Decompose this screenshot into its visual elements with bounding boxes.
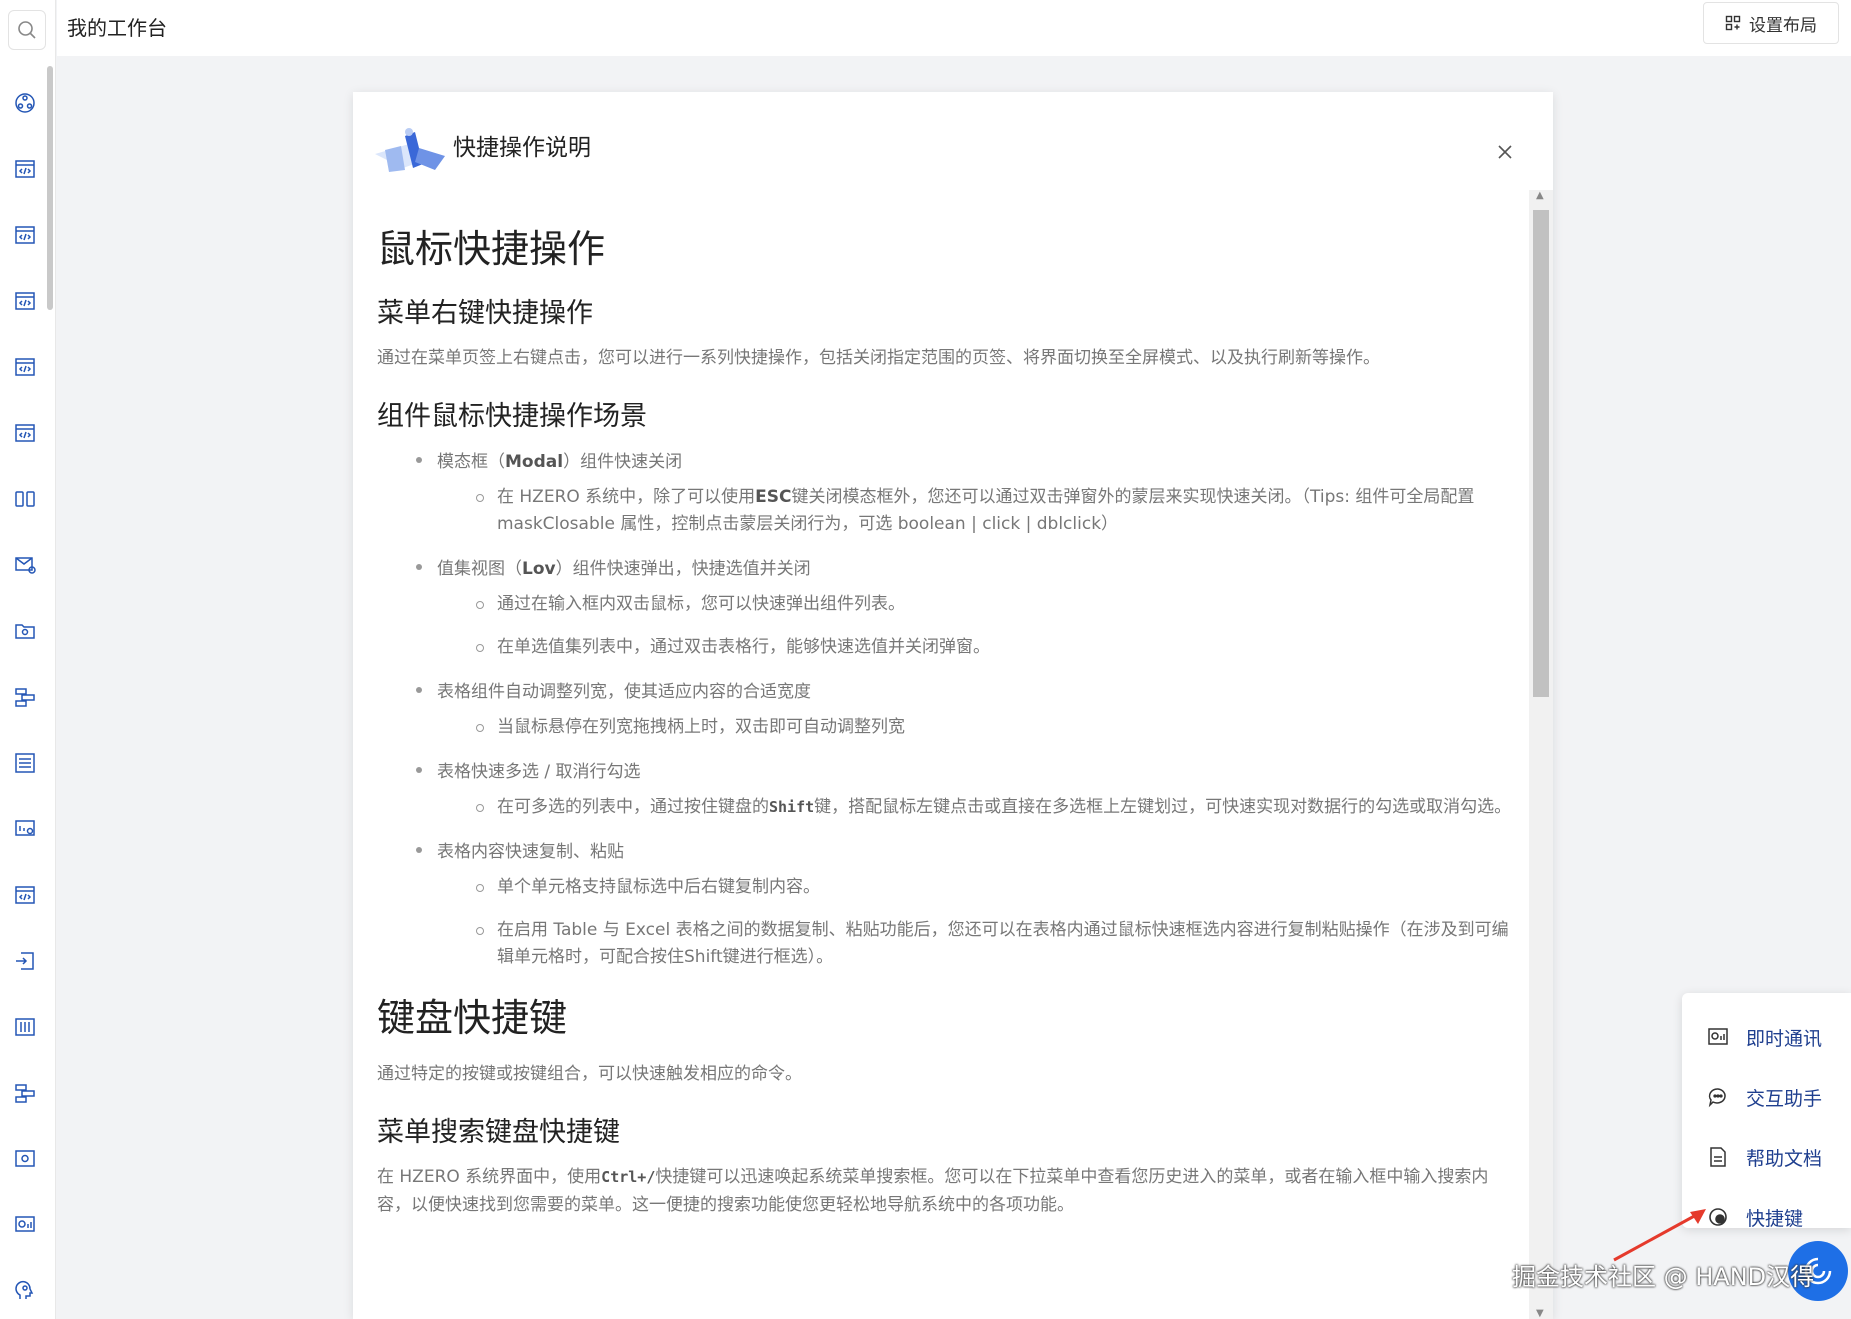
sidebar-scrollbar[interactable] [47,66,53,310]
equalizer-icon[interactable] [10,1012,40,1042]
help-item-instant-messaging[interactable]: 即时通讯 [1704,1023,1822,1051]
help-item-label: 快捷键 [1746,1207,1804,1230]
scroll-thumb[interactable] [1533,210,1549,697]
component-scenario-list: 模态框（Modal）组件快速关闭 在 HZERO 系统中，除了可以使用ESC键关… [413,447,1517,971]
modal-title: 快捷操作说明 [453,135,591,161]
help-item-shortcuts[interactable]: 快捷键 [1704,1203,1803,1231]
heading-component-scenarios: 组件鼠标快捷操作场景 [377,401,647,432]
document-icon [1704,1143,1732,1171]
layout-settings-button[interactable]: 设置布局 [1703,2,1839,44]
list-settings-icon[interactable] [10,748,40,778]
modal-header: 快捷操作说明 [353,92,1553,188]
list-item: 值集视图（Lov）组件快速弹出，快捷选值并关闭 通过在输入框内双击鼠标，您可以快… [413,554,1517,661]
code-window-icon[interactable] [10,220,40,250]
help-panel: 即时通讯 交互助手 帮助文档 快捷键 [1682,993,1851,1231]
list-item: 模态框（Modal）组件快速关闭 在 HZERO 系统中，除了可以使用ESC键关… [413,447,1517,538]
layout-settings-label: 设置布局 [1749,15,1817,36]
split-panel-icon[interactable] [10,484,40,514]
heading-keyboard-shortcuts: 键盘快捷键 [377,996,568,1040]
window-settings-icon[interactable] [10,1144,40,1174]
modal-scrollbar[interactable]: ▲ ▼ [1529,190,1553,1319]
sub-list-item: 当鼠标悬停在列宽拖拽柄上时，双击即可自动调整列宽 [473,714,1517,741]
search-icon [18,21,36,39]
folder-settings-icon[interactable] [10,616,40,646]
modal-content: 鼠标快捷操作 菜单右键快捷操作 通过在菜单页签上右键点击，您可以进行一系列快捷操… [377,218,1517,1319]
keyboard-description: 通过特定的按键或按键组合，可以快速触发相应的命令。 [377,1064,802,1084]
sub-list: 通过在输入框内双击鼠标，您可以快速弹出组件列表。 在单选值集列表中，通过双击表格… [473,591,1517,661]
sub-list-item: 在 HZERO 系统中，除了可以使用ESC键关闭模态框外，您还可以通过双击弹窗外… [473,484,1517,538]
list-item: 表格快速多选 / 取消行勾选 在可多选的列表中，通过按住键盘的Shift键，搭配… [413,757,1517,821]
help-item-label: 帮助文档 [1746,1147,1823,1170]
sub-list-item: 在可多选的列表中，通过按住键盘的Shift键，搭配鼠标左键点击或直接在多选框上左… [473,794,1517,821]
help-item-label: 交互助手 [1746,1087,1823,1110]
mail-settings-icon[interactable] [10,550,40,580]
close-icon [1498,145,1512,159]
modal-logo [375,126,451,180]
help-item-label: 即时通讯 [1746,1027,1823,1050]
code-window-icon[interactable] [10,286,40,316]
sub-list: 当鼠标悬停在列宽拖拽柄上时，双击即可自动调整列宽 [473,714,1517,741]
flow-icon[interactable] [10,1078,40,1108]
watermark: 掘金技术社区 @ HAND汉得 [1512,1263,1815,1291]
code-window-icon[interactable] [10,880,40,910]
scroll-down-arrow-icon[interactable]: ▼ [1536,1308,1544,1319]
header: 我的工作台 设置布局 [57,0,1851,56]
grid-layout-icon [1725,15,1741,31]
sub-list: 单个单元格支持鼠标选中后右键复制内容。 在启用 Table 与 Excel 表格… [473,874,1517,971]
code-window-icon[interactable] [10,418,40,448]
import-icon[interactable] [10,946,40,976]
sidebar-menu [10,88,40,1319]
code-window-icon[interactable] [10,154,40,184]
list-item: 表格内容快速复制、粘贴 单个单元格支持鼠标选中后右键复制内容。 在启用 Tabl… [413,837,1517,971]
sub-list-item: 在单选值集列表中，通过双击表格行，能够快速选值并关闭弹窗。 [473,634,1517,661]
sidebar [0,0,56,1319]
sub-list: 在 HZERO 系统中，除了可以使用ESC键关闭模态框外，您还可以通过双击弹窗外… [473,484,1517,538]
chat-window-icon [1704,1023,1732,1051]
sub-list: 在可多选的列表中，通过按住键盘的Shift键，搭配鼠标左键点击或直接在多选框上左… [473,794,1517,821]
sub-list-item: 单个单元格支持鼠标选中后右键复制内容。 [473,874,1517,901]
brain-icon[interactable] [10,1276,40,1306]
scroll-up-arrow-icon[interactable]: ▲ [1536,190,1544,201]
help-item-assistant[interactable]: 交互助手 [1704,1083,1822,1111]
sub-list-item: 通过在输入框内双击鼠标，您可以快速弹出组件列表。 [473,591,1517,618]
code-window-icon[interactable] [10,352,40,382]
modal-close-button[interactable] [1493,140,1517,164]
menu-right-click-description: 通过在菜单页签上右键点击，您可以进行一系列快捷操作，包括关闭指定范围的页签、将界… [377,348,1380,368]
heading-mouse-shortcuts: 鼠标快捷操作 [377,227,606,271]
speech-bubble-icon [1704,1083,1732,1111]
menu-search-description: 在 HZERO 系统界面中，使用Ctrl+/快捷键可以迅速唤起系统菜单搜索框。您… [377,1167,1489,1215]
list-item: 表格组件自动调整列宽，使其适应内容的合适宽度 当鼠标悬停在列宽拖拽柄上时，双击即… [413,677,1517,741]
shortcut-help-modal: 快捷操作说明 鼠标快捷操作 菜单右键快捷操作 通过在菜单页签上右键点击，您可以进… [353,92,1553,1319]
sub-list-item: 在启用 Table 与 Excel 表格之间的数据复制、粘贴功能后，您还可以在表… [473,917,1517,971]
heading-menu-search-shortcut: 菜单搜索键盘快捷键 [377,1117,620,1148]
gear-cluster-icon[interactable] [10,88,40,118]
chart-settings-icon[interactable] [10,814,40,844]
flow-icon[interactable] [10,682,40,712]
help-item-docs[interactable]: 帮助文档 [1704,1143,1822,1171]
heading-menu-right-click: 菜单右键快捷操作 [377,298,593,329]
annotation-arrow [1613,1209,1706,1262]
page-title: 我的工作台 [67,16,167,40]
search-button[interactable] [8,10,46,50]
monitor-chart-icon[interactable] [10,1210,40,1240]
